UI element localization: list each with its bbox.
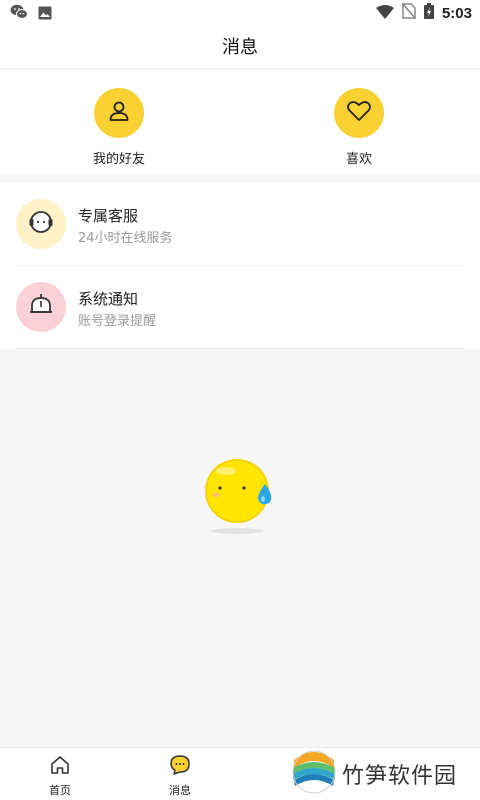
watermark-logo-icon [292,750,336,798]
tab-messages[interactable]: 消息 [140,754,220,798]
bell-icon [28,292,54,322]
avatar [16,199,66,249]
likes-icon-circle [334,88,384,138]
watermark-text: 竹笋软件园 [342,764,458,789]
wechat-icon [10,4,28,24]
page-title: 消息 [222,37,258,58]
list-item-title: 系统通知 [78,290,139,308]
no-sim-icon [401,2,417,23]
quick-action-likes[interactable]: 喜欢 [299,88,419,167]
user-icon [107,99,131,127]
list-item-subtitle: 24小时在线服务 [78,231,173,246]
chat-icon [169,754,191,780]
tab-home[interactable]: 首页 [20,754,100,798]
list-item-system-notice[interactable]: 系统通知 账号登录提醒 [0,266,480,349]
header: 消息 [0,24,480,69]
sweat-emoji-icon [202,457,278,541]
list-item-subtitle: 账号登录提醒 [78,314,157,329]
image-icon [38,5,52,24]
wifi-icon [375,4,394,23]
quick-actions: 我的好友 喜欢 [0,70,480,174]
status-left [10,4,52,24]
friends-icon-circle [94,88,144,138]
home-icon [49,754,71,780]
list-item-title: 专属客服 [78,207,139,225]
headset-icon [28,209,54,239]
tab-label: 首页 [49,784,71,797]
quick-action-label: 喜欢 [345,152,372,167]
empty-area [0,349,480,747]
avatar [16,282,66,332]
battery-icon [423,3,434,23]
message-list: 专属客服 24小时在线服务 系统通知 账号登录提醒 [0,183,480,349]
tab-label: 消息 [169,784,191,797]
heart-icon [346,99,372,127]
quick-action-label: 我的好友 [92,152,145,167]
quick-action-friends[interactable]: 我的好友 [59,88,179,167]
status-time: 5:03 [441,4,472,22]
list-item-customer-service[interactable]: 专属客服 24小时在线服务 [0,183,480,266]
status-bar: 5:03 [0,0,480,24]
watermark: 竹笋软件园 [292,750,457,798]
status-right: 5:03 [375,2,472,23]
